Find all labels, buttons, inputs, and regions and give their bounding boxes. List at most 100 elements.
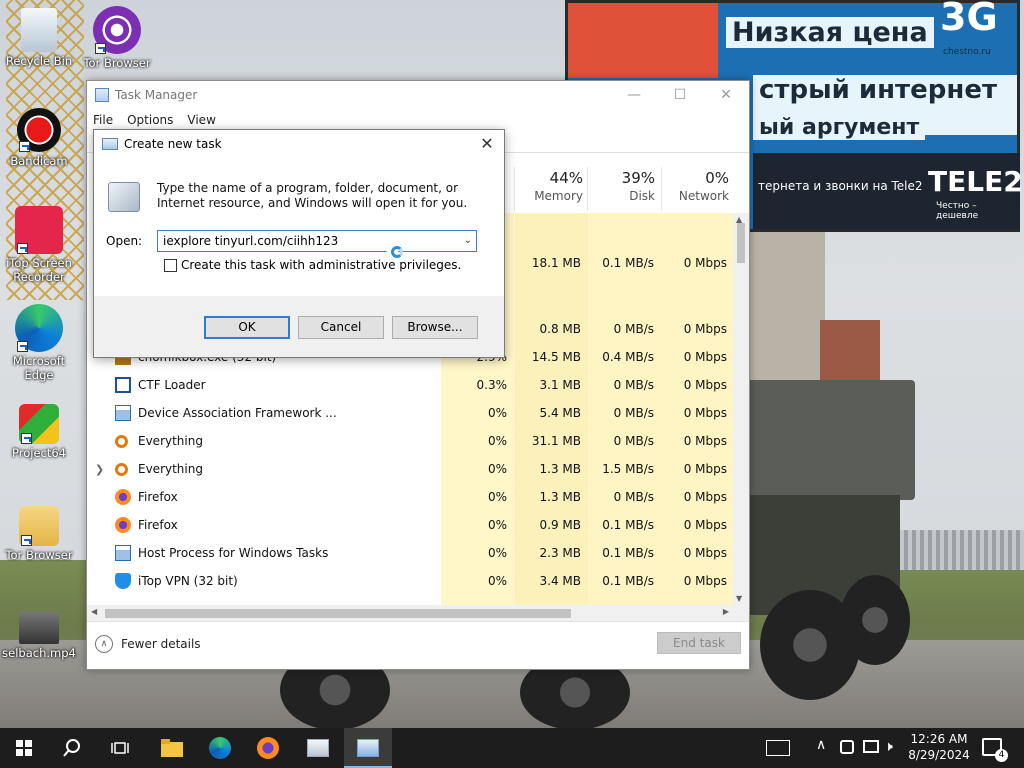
fewer-details-button[interactable]: ∧ Fewer details	[95, 635, 201, 653]
clock[interactable]: 12:26 AM 8/29/2024	[904, 731, 974, 763]
desktop-icon-selbach-mp4[interactable]: selbach.mp4	[0, 612, 78, 660]
firefox-icon	[257, 737, 279, 759]
network-cell: 0 Mbps	[683, 350, 727, 364]
table-row[interactable]: CTF Loader 0.3% 3.1 MB 0 MB/s 0 Mbps	[87, 371, 735, 399]
desktop-icon-recycle-bin[interactable]: Recycle Bin	[0, 8, 78, 68]
column-header-disk[interactable]: 39% Disk	[587, 167, 661, 211]
process-name: Firefox	[138, 490, 178, 504]
menu-options[interactable]: Options	[127, 113, 173, 127]
taskbar-run-dialog[interactable]	[344, 728, 392, 768]
close-button[interactable]: ✕	[703, 81, 749, 109]
table-row[interactable]: iTop VPN (32 bit) 0% 3.4 MB 0.1 MB/s 0 M…	[87, 567, 735, 595]
end-task-button[interactable]: End task	[657, 632, 741, 654]
billboard-brand-sub: Честно – дешевле	[936, 201, 979, 221]
dialog-close-button[interactable]: ✕	[476, 133, 498, 155]
run-icon	[357, 739, 379, 757]
firefox-icon	[115, 489, 131, 505]
network-icon[interactable]	[863, 740, 879, 753]
taskbar-file-explorer[interactable]	[148, 728, 196, 768]
run-icon	[102, 138, 118, 150]
desktop-icon-label: iTop Screen Recorder	[6, 256, 72, 284]
keyboard-icon[interactable]	[766, 740, 790, 756]
desktop-icon-label: selbach.mp4	[2, 646, 76, 660]
disk-cell: 0.1 MB/s	[602, 518, 654, 532]
clock-time: 12:26 AM	[910, 732, 968, 746]
project64-icon	[19, 404, 59, 444]
open-input[interactable]: iexplore tinyurl.com/ciihh123 ⌄	[157, 230, 477, 252]
disk-cell: 0 MB/s	[613, 378, 654, 392]
dialog-message: Type the name of a program, folder, docu…	[157, 181, 468, 210]
desktop-icon-tor-browser-folder[interactable]: Tor Browser	[0, 506, 78, 562]
window-controls: — ☐ ✕	[611, 81, 749, 109]
process-name: Host Process for Windows Tasks	[138, 546, 329, 560]
ok-button[interactable]: OK	[204, 316, 290, 339]
memory-cell: 18.1 MB	[531, 256, 581, 270]
taskbar-task-manager[interactable]	[294, 728, 342, 768]
network-cell: 0 Mbps	[683, 546, 727, 560]
cpu-cell: 0%	[487, 434, 507, 448]
disk-cell: 0.4 MB/s	[602, 350, 654, 364]
task-manager-icon	[307, 739, 329, 757]
chevron-up-icon: ∧	[95, 635, 113, 653]
table-row[interactable]: Everything 0% 31.1 MB 0 MB/s 0 Mbps	[87, 427, 735, 455]
billboard-badge: 3G	[940, 0, 998, 39]
maximize-button[interactable]: ☐	[657, 81, 703, 109]
disk-cell: 0 MB/s	[613, 434, 654, 448]
cpu-cell: 0%	[487, 574, 507, 588]
table-row[interactable]: Host Process for Windows Tasks 0% 2.3 MB…	[87, 539, 735, 567]
notification-center-button[interactable]: 4	[982, 738, 1008, 762]
memory-cell: 5.4 MB	[539, 406, 581, 420]
minimize-button[interactable]: —	[611, 81, 657, 109]
menu-file[interactable]: File	[93, 113, 113, 127]
taskbar-edge[interactable]	[196, 728, 244, 768]
desktop-icon-microsoft-edge[interactable]: Microsoft Edge	[0, 304, 78, 382]
admin-checkbox[interactable]	[164, 258, 177, 272]
memory-cell: 14.5 MB	[531, 350, 581, 364]
dialog-titlebar[interactable]: Create new task	[102, 137, 222, 151]
column-header-network[interactable]: 0% Network	[661, 167, 735, 211]
scroll-right-icon[interactable]: ▶	[723, 607, 729, 616]
vertical-scrollbar[interactable]: ▲ ▼	[733, 213, 749, 605]
start-button[interactable]	[0, 728, 48, 768]
memory-cell: 31.1 MB	[531, 434, 581, 448]
chevron-up-icon[interactable]: ∧	[816, 737, 826, 753]
table-row[interactable]: Device Association Framework ... 0% 5.4 …	[87, 399, 735, 427]
table-row[interactable]: Firefox 0% 1.3 MB 0 MB/s 0 Mbps	[87, 483, 735, 511]
video-file-icon	[19, 612, 59, 644]
horizontal-scrollbar[interactable]: ◀ ▶	[87, 605, 749, 621]
table-row[interactable]: ❯ Everything 0% 1.3 MB 1.5 MB/s 0 Mbps	[87, 455, 735, 483]
taskbar-firefox[interactable]	[244, 728, 292, 768]
cancel-button[interactable]: Cancel	[298, 316, 384, 339]
billboard-site: chestno.ru	[943, 47, 991, 57]
create-new-task-dialog[interactable]: Create new task ✕ Type the name of a pro…	[93, 129, 505, 358]
desktop-icon-tor-browser[interactable]: Tor Browser	[78, 6, 156, 70]
desktop-icon-bandicam[interactable]: Bandicam	[0, 108, 78, 168]
desktop-icon-project64[interactable]: Project64	[0, 404, 78, 460]
scroll-down-icon[interactable]: ▼	[736, 594, 742, 603]
column-header-memory[interactable]: 44% Memory	[514, 167, 589, 211]
scrollbar-thumb[interactable]	[105, 609, 571, 618]
open-label: Open:	[106, 234, 143, 248]
disk-cell: 0.1 MB/s	[602, 546, 654, 560]
firefox-icon	[115, 517, 131, 533]
scrollbar-thumb[interactable]	[737, 223, 745, 263]
task-manager-icon	[95, 88, 109, 102]
task-view-button[interactable]	[96, 728, 144, 768]
desktop-icon-label: Project64	[12, 446, 66, 460]
search-button[interactable]	[48, 728, 96, 768]
speaker-muted-icon[interactable]: 🕨	[884, 739, 893, 755]
notification-count-badge: 4	[995, 749, 1008, 762]
chevron-down-icon[interactable]: ⌄	[464, 231, 472, 251]
menu-view[interactable]: View	[187, 113, 215, 127]
scroll-left-icon[interactable]: ◀	[91, 607, 97, 616]
desktop-icon-label: Recycle Bin	[5, 54, 73, 68]
admin-checkbox-row[interactable]: Create this task with administrative pri…	[164, 258, 461, 272]
folder-icon	[161, 739, 183, 757]
edge-icon	[15, 304, 63, 352]
browse-button[interactable]: Browse...	[392, 316, 478, 339]
table-row[interactable]: Firefox 0% 0.9 MB 0.1 MB/s 0 Mbps	[87, 511, 735, 539]
itop-screen-recorder-icon	[15, 206, 63, 254]
chevron-right-icon[interactable]: ❯	[95, 463, 104, 476]
desktop-icon-itop-screen-recorder[interactable]: iTop Screen Recorder	[0, 206, 78, 284]
camera-icon[interactable]	[840, 740, 854, 754]
